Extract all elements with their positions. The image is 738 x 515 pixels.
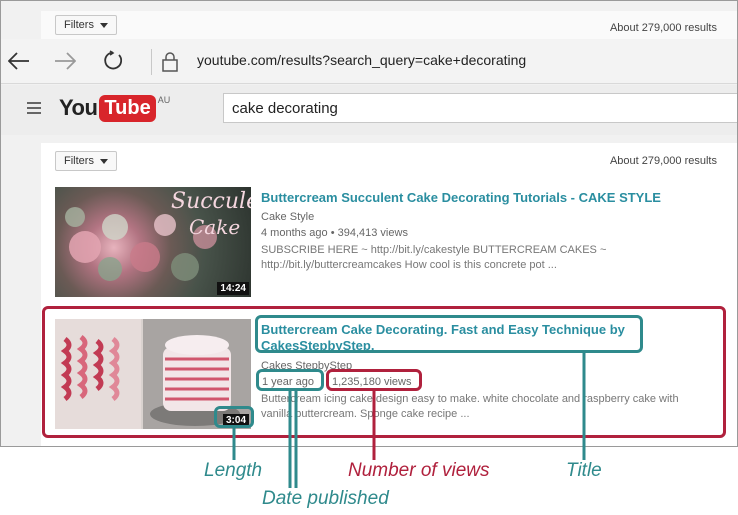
thumbnail-title-text: Succulent (171, 189, 251, 214)
hamburger-icon[interactable] (27, 102, 41, 114)
video-thumbnail[interactable]: Succulent Cake 14:24 (55, 187, 251, 297)
results-count: About 279,000 results (609, 155, 717, 167)
results-count-background: About 279,000 results (609, 22, 717, 34)
logo-you: You (59, 95, 98, 120)
result-item[interactable]: Succulent Cake 14:24 Buttercream Succule… (55, 187, 725, 299)
search-input[interactable]: cake decorating (223, 93, 737, 123)
title-label: Title (566, 460, 602, 481)
video-description-line: SUBSCRIBE HERE ~ http://bit.ly/cakestyle… (261, 244, 607, 256)
date-highlight-box (256, 369, 324, 391)
logo-region: AU (157, 95, 171, 105)
forward-arrow-icon[interactable] (53, 49, 77, 73)
filters-label: Filters (64, 155, 94, 167)
filters-label: Filters (64, 19, 94, 31)
browser-address-bar: youtube.com/results?search_query=cake+de… (1, 39, 737, 84)
back-arrow-icon[interactable] (7, 49, 31, 73)
video-duration: 14:24 (217, 282, 249, 295)
thumbnail-subtitle-text: Cake (189, 215, 241, 239)
channel-name[interactable]: Cake Style (261, 210, 314, 224)
video-meta: 4 months ago • 394,413 views (261, 227, 408, 239)
filters-button[interactable]: Filters (55, 151, 117, 171)
views-highlight-box (326, 369, 422, 391)
lock-icon (161, 52, 179, 72)
length-label: Length (204, 460, 263, 481)
youtube-header: You Tube AU cake decorating (1, 85, 737, 135)
youtube-logo[interactable]: You Tube AU (59, 93, 170, 123)
caret-down-icon (99, 22, 108, 28)
number-of-views-label: Number of views (348, 460, 490, 481)
search-query: cake decorating (232, 100, 338, 117)
video-description-line: http://bit.ly/buttercreamcakes How cool … (261, 259, 557, 271)
title-highlight-box (255, 315, 643, 353)
logo-tube: Tube (99, 94, 156, 122)
length-highlight-box (214, 406, 254, 428)
date-published-label: Date published (262, 488, 389, 509)
refresh-icon[interactable] (101, 49, 125, 73)
caret-down-icon (99, 158, 108, 164)
background-filter-bar: Filters About 279,000 results (41, 11, 737, 39)
filters-button-background[interactable]: Filters (55, 15, 117, 35)
figure: Filters About 279,000 results youtube.co… (0, 0, 738, 515)
address-separator (151, 49, 152, 75)
address-text[interactable]: youtube.com/results?search_query=cake+de… (197, 52, 526, 68)
video-title-link[interactable]: Buttercream Succulent Cake Decorating Tu… (261, 190, 661, 206)
